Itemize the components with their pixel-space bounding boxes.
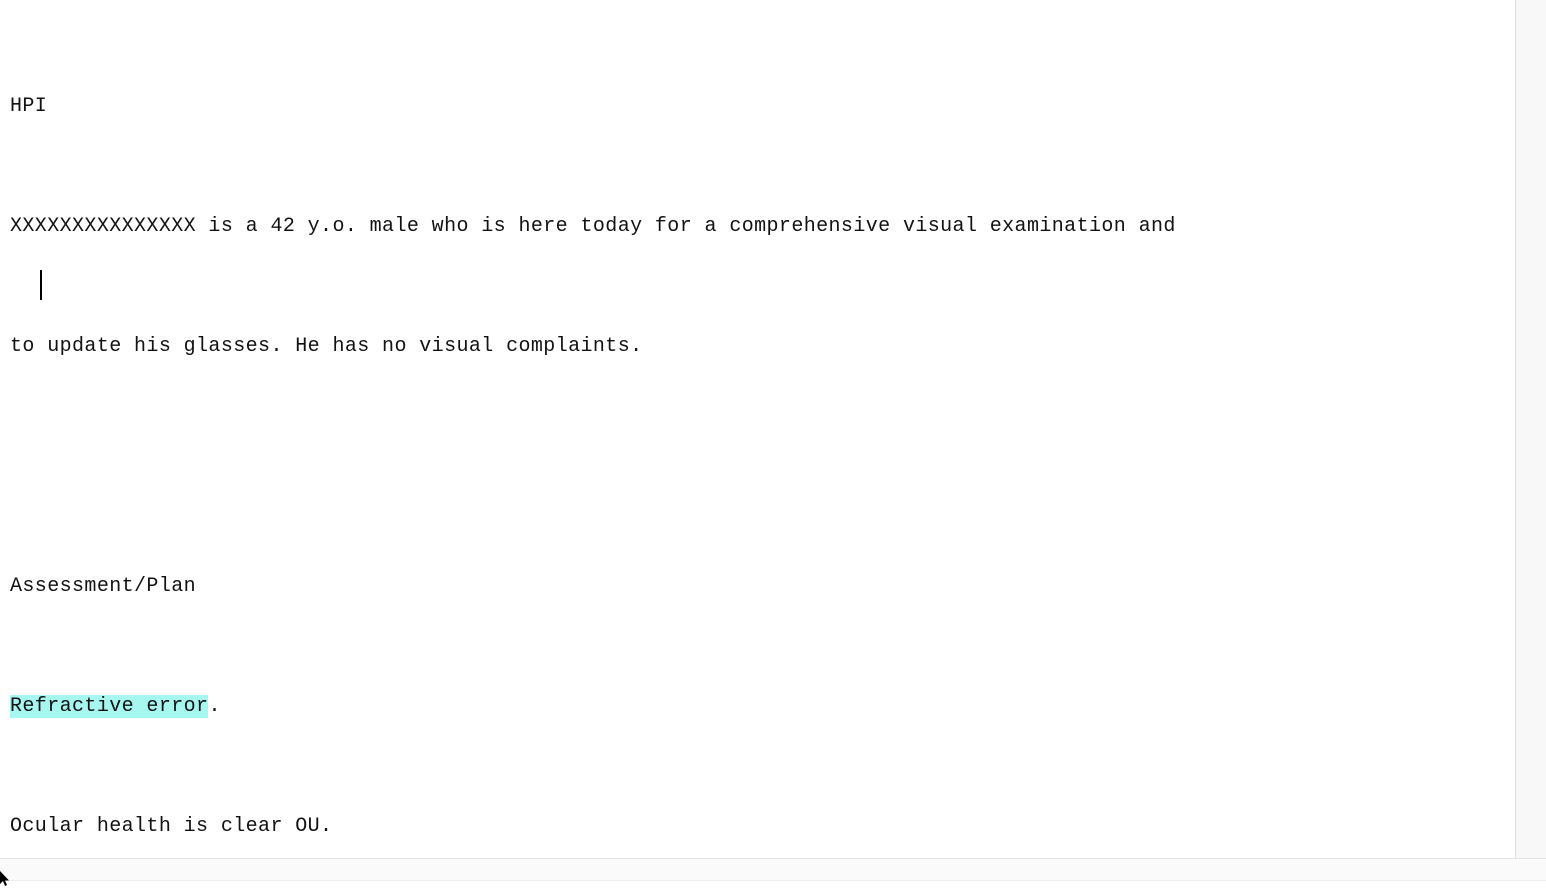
assessment-heading-text: Assessment/Plan [10, 575, 197, 598]
note-line-assessment-heading: Assessment/Plan [10, 572, 1515, 602]
refractive-error-highlight: Refractive error [10, 695, 209, 718]
vertical-scrollbar-track[interactable] [1516, 0, 1546, 858]
note-line-hpi-2: to update his glasses. He has no visual … [10, 332, 1515, 362]
hpi-line-1-text: XXXXXXXXXXXXXXX is a 42 y.o. male who is… [10, 215, 1176, 238]
note-line-blank-1 [10, 452, 1515, 482]
hpi-line-2-text: to update his glasses. He has no visual … [10, 335, 643, 358]
hpi-heading-text: HPI [10, 95, 48, 118]
note-line-ocular-health: Ocular health is clear OU. [10, 812, 1515, 842]
text-insertion-caret [40, 270, 42, 300]
note-line-hpi-heading: HPI [10, 92, 1515, 122]
note-line-hpi-1: XXXXXXXXXXXXXXX is a 42 y.o. male who is… [10, 212, 1515, 242]
bottom-status-bar [0, 859, 1546, 880]
bottom-fill [0, 881, 1546, 889]
note-line-refractive-error: Refractive error. [10, 692, 1515, 722]
refractive-error-period: . [208, 695, 221, 718]
note-text-pane[interactable]: HPI XXXXXXXXXXXXXXX is a 42 y.o. male wh… [0, 0, 1515, 858]
ocular-health-text: Ocular health is clear OU. [10, 815, 333, 838]
note-editor-window: HPI XXXXXXXXXXXXXXX is a 42 y.o. male wh… [0, 0, 1546, 889]
mouse-pointer-icon [0, 871, 12, 887]
note-content[interactable]: HPI XXXXXXXXXXXXXXX is a 42 y.o. male wh… [10, 2, 1515, 858]
